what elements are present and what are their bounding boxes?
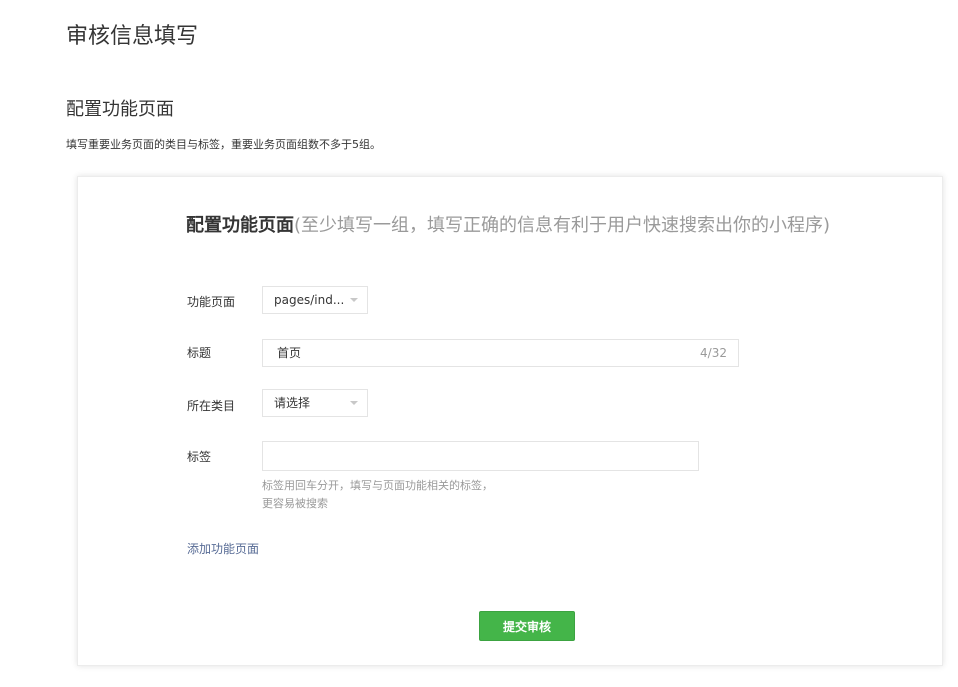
- tags-hint: 标签用回车分开，填写与页面功能相关的标签， 更容易被搜索: [262, 477, 493, 513]
- card-title-subtitle: (至少填写一组，填写正确的信息有利于用户快速搜索出你的小程序): [294, 215, 831, 236]
- form-card: 配置功能页面(至少填写一组，填写正确的信息有利于用户快速搜索出你的小程序) 功能…: [77, 176, 943, 666]
- page-select[interactable]: pages/ind...: [262, 286, 368, 314]
- page-label: 功能页面: [187, 295, 236, 309]
- category-label: 所在类目: [187, 399, 236, 413]
- chevron-down-icon: [350, 401, 358, 405]
- tags-hint-line2: 更容易被搜索: [262, 497, 328, 510]
- tags-hint-line1: 标签用回车分开，填写与页面功能相关的标签，: [262, 479, 493, 492]
- card-title-main: 配置功能页面: [186, 215, 294, 236]
- section-title: 配置功能页面: [66, 99, 174, 120]
- chevron-down-icon: [350, 298, 358, 302]
- title-input[interactable]: 首页 4/32: [262, 339, 739, 367]
- section-description: 填写重要业务页面的类目与标签，重要业务页面组数不多于5组。: [66, 138, 381, 151]
- tags-label: 标签: [187, 450, 212, 464]
- category-select-value: 请选择: [274, 396, 311, 410]
- title-label: 标题: [187, 346, 212, 360]
- submit-review-button[interactable]: 提交审核: [479, 611, 575, 641]
- page-select-value: pages/ind...: [274, 293, 345, 307]
- title-input-value: 首页: [277, 346, 302, 360]
- tags-input[interactable]: [262, 441, 699, 471]
- add-function-page-link[interactable]: 添加功能页面: [187, 540, 259, 557]
- title-char-counter: 4/32: [700, 346, 727, 360]
- page-title: 审核信息填写: [66, 24, 199, 49]
- category-select[interactable]: 请选择: [262, 389, 368, 417]
- card-title: 配置功能页面(至少填写一组，填写正确的信息有利于用户快速搜索出你的小程序): [186, 211, 830, 237]
